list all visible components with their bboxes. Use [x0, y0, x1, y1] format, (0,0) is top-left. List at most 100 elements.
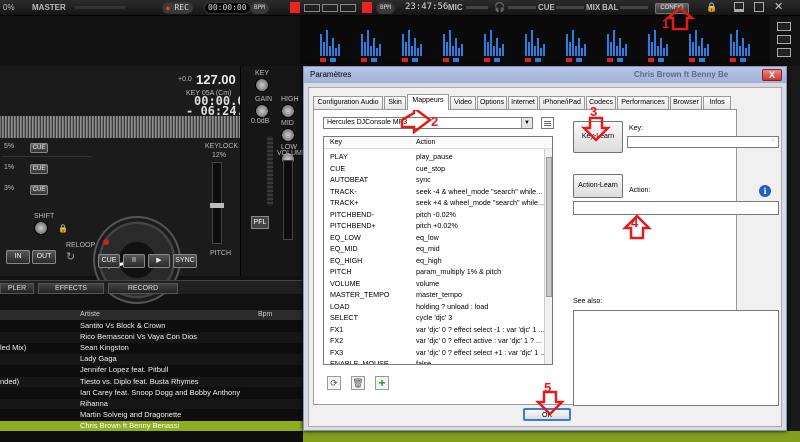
- mapping-row[interactable]: PITCH param_multiply 1% & pitch: [324, 266, 546, 278]
- mapping-row[interactable]: VOLUME volume: [324, 278, 546, 290]
- sampler-slot[interactable]: [357, 26, 397, 62]
- mapping-row[interactable]: SELECT cycle 'djc' 3: [324, 312, 546, 324]
- sampler-slot[interactable]: [603, 26, 643, 62]
- pitch-slider-handle[interactable]: [210, 203, 224, 208]
- pause-button[interactable]: II: [123, 254, 145, 268]
- dialog-titlebar[interactable]: Paramètres Chris Brown ft Benny Be X: [304, 67, 786, 83]
- see-also-box[interactable]: [573, 310, 779, 406]
- tab-mappeurs[interactable]: Mappeurs: [407, 94, 449, 110]
- eq-high-knob[interactable]: [281, 104, 295, 118]
- crossfader-b[interactable]: [340, 4, 356, 12]
- mapping-row[interactable]: FX2 var 'djc' 0 ? effect active : var 'dj…: [324, 335, 546, 347]
- chevron-down-icon[interactable]: ▼: [521, 118, 532, 128]
- tab-browser[interactable]: Browser: [670, 96, 702, 109]
- sampler-slot[interactable]: [398, 26, 438, 62]
- action-learn-button[interactable]: Action-Learn: [573, 174, 623, 198]
- cue-slot-3[interactable]: CUE: [30, 185, 48, 195]
- lock-icon[interactable]: 🔒: [706, 2, 717, 13]
- add-icon[interactable]: +: [375, 376, 389, 390]
- table-row[interactable]: Jennifer Lopez feat. Pitbull: [0, 365, 305, 376]
- cue-button[interactable]: CUE: [98, 254, 120, 268]
- mapping-row[interactable]: MASTER_TEMPO master_tempo: [324, 289, 546, 301]
- tab-iphone-ipad[interactable]: iPhone/iPad: [539, 96, 585, 109]
- action-field[interactable]: [573, 201, 779, 215]
- cue-slot-2[interactable]: CUE: [30, 164, 48, 174]
- key-learn-button[interactable]: Key-Learn: [573, 121, 623, 153]
- table-row[interactable]: led Mix) Sean Kingston: [0, 343, 305, 354]
- waveform[interactable]: [0, 116, 240, 138]
- mapping-row[interactable]: LOAD holding ? unload : load: [324, 301, 546, 313]
- mapping-scrollbar[interactable]: [544, 149, 552, 364]
- table-row[interactable]: Santito Vs Block & Crown: [0, 321, 305, 332]
- col-artist[interactable]: Artiste: [80, 311, 100, 318]
- edit-mapper-icon[interactable]: [541, 117, 554, 129]
- mapping-row[interactable]: ENABLE_MOUSE false: [324, 358, 546, 364]
- tab-performances[interactable]: Performances: [617, 96, 669, 109]
- maximize-icon[interactable]: [754, 2, 764, 12]
- shift-knob[interactable]: [34, 221, 48, 235]
- mapping-row[interactable]: PLAY play_pause: [324, 151, 546, 163]
- sampler-slot[interactable]: [439, 26, 479, 62]
- tab-video[interactable]: Video: [450, 96, 476, 109]
- config-button[interactable]: CONFIG: [655, 3, 689, 14]
- dialog-close-button[interactable]: X: [762, 69, 782, 81]
- pitch-slider[interactable]: [210, 162, 224, 244]
- tab-internet[interactable]: Internet: [508, 96, 538, 109]
- mapping-row[interactable]: PITCHBEND-pitch -0.02%: [324, 209, 546, 221]
- bpm-left-button[interactable]: BPM: [250, 2, 269, 14]
- table-row[interactable]: Ian Carey feat. Snoop Dogg and Bobby Ant…: [0, 388, 305, 399]
- tab-infos[interactable]: Infos: [703, 96, 731, 109]
- mapping-row[interactable]: CUE cue_stop: [324, 163, 546, 175]
- col-bpm[interactable]: Bpm: [258, 311, 272, 318]
- eq-mid-knob[interactable]: [281, 128, 295, 142]
- mapping-row[interactable]: TRACK-seek -4 & wheel_mode "search" whil…: [324, 186, 546, 198]
- mapping-row[interactable]: PITCHBEND+ pitch +0.02%: [324, 220, 546, 232]
- tab-options[interactable]: Options: [477, 96, 507, 109]
- close-icon[interactable]: ✕: [774, 0, 783, 13]
- key-knob[interactable]: [255, 78, 269, 92]
- sampler-slot[interactable]: [480, 26, 520, 62]
- mapping-row[interactable]: EQ_LOW eq_low: [324, 232, 546, 244]
- scrollbar-thumb[interactable]: [546, 157, 552, 297]
- mapping-row[interactable]: EQ_MID eq_mid: [324, 243, 546, 255]
- lock-icon[interactable]: 🔒: [58, 224, 68, 233]
- mapping-row[interactable]: FX3 var 'djc' 0 ? effect select +1 : var …: [324, 347, 546, 359]
- sampler-slot[interactable]: [726, 26, 766, 62]
- sampler-slot[interactable]: [521, 26, 561, 62]
- mapping-row[interactable]: TRACK+ seek +4 & wheel_mode "search" whil…: [324, 197, 546, 209]
- table-row[interactable]: Rihanna: [0, 398, 305, 410]
- chevron-down-icon[interactable]: ▼: [770, 138, 776, 144]
- sampler-slot[interactable]: [644, 26, 684, 62]
- refresh-icon[interactable]: ⟳: [327, 376, 341, 390]
- minimize-icon[interactable]: [734, 2, 744, 12]
- col-action[interactable]: Action: [416, 137, 435, 149]
- tab-configuration-audio[interactable]: Configuration Audio: [313, 96, 383, 109]
- crossfader-mid[interactable]: [322, 4, 338, 12]
- bpm-right-button[interactable]: BPM: [376, 2, 395, 14]
- sampler-slot[interactable]: [316, 26, 356, 62]
- sampler-slot[interactable]: [562, 26, 602, 62]
- table-row[interactable]: Lady Gaga: [0, 354, 305, 365]
- pfl-button[interactable]: PFL: [251, 216, 269, 229]
- loop-in-button[interactable]: IN: [6, 250, 30, 264]
- reloop-icon[interactable]: ↻: [66, 250, 75, 263]
- sync-button[interactable]: SYNC: [173, 254, 197, 268]
- info-icon[interactable]: i: [759, 185, 771, 197]
- side-button-3[interactable]: [777, 48, 791, 57]
- table-row-selected[interactable]: Chris Brown ft Benny Benassi: [0, 420, 305, 432]
- tab-effects[interactable]: EFFECTS: [38, 283, 104, 294]
- selected-row-continuation[interactable]: [303, 431, 800, 442]
- ok-button[interactable]: OK: [523, 408, 571, 421]
- gain-knob[interactable]: [255, 104, 269, 118]
- mapping-row[interactable]: EQ_HIGH eq_high: [324, 255, 546, 267]
- rec-button[interactable]: ● REC: [162, 2, 193, 14]
- key-select[interactable]: ▼: [627, 136, 779, 148]
- table-row[interactable]: Rico Bernasconi Vs Vaya Con Dios: [0, 332, 305, 343]
- mapping-row[interactable]: AUTOBEAT sync: [324, 174, 546, 186]
- crossfader-a[interactable]: [304, 4, 320, 12]
- sampler-slot[interactable]: [685, 26, 725, 62]
- loop-out-button[interactable]: OUT: [32, 250, 56, 264]
- volume-fader[interactable]: [283, 160, 293, 240]
- headphone-volume-slider[interactable]: [508, 6, 536, 9]
- trash-icon[interactable]: 🗑: [351, 376, 365, 390]
